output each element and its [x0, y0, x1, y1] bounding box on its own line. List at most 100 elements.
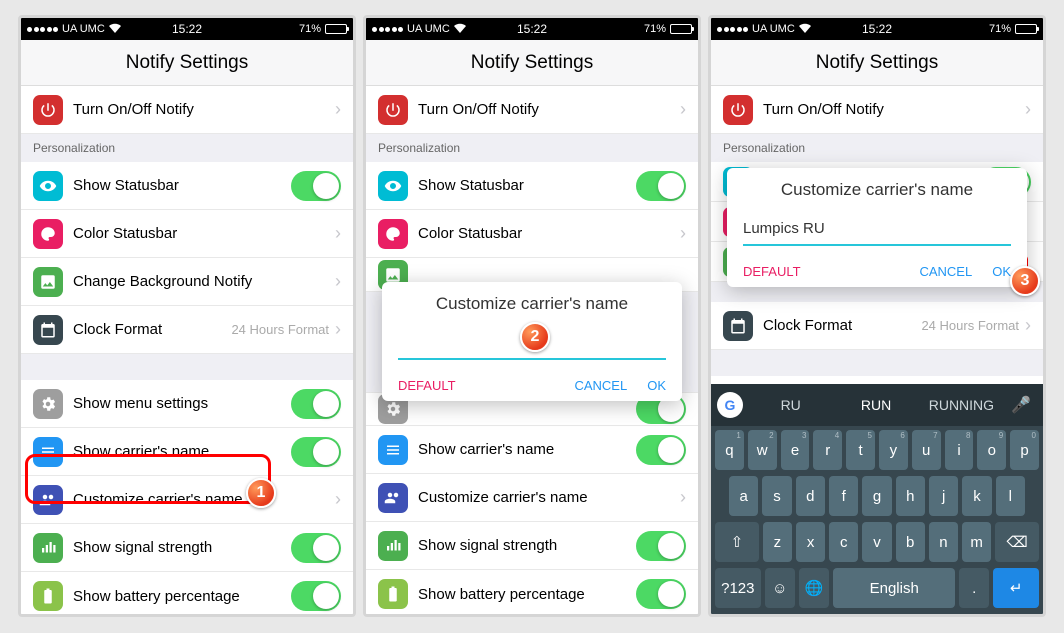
row-clock-format[interactable]: Clock Format 24 Hours Format › — [21, 306, 353, 354]
chevron-right-icon: › — [335, 489, 341, 510]
row-label: Show Statusbar — [73, 177, 291, 194]
titlebar: Notify Settings — [366, 40, 698, 86]
key-backspace[interactable]: ⌫ — [995, 522, 1039, 562]
titlebar: Notify Settings — [711, 40, 1043, 86]
toggle-on[interactable] — [291, 437, 341, 467]
key-b[interactable]: b — [896, 522, 925, 562]
key-x[interactable]: x — [796, 522, 825, 562]
default-button[interactable]: DEFAULT — [398, 378, 456, 393]
row-label: Show carrier's name — [73, 443, 291, 460]
key-l[interactable]: l — [996, 476, 1025, 516]
row-show-statusbar[interactable]: Show Statusbar — [21, 162, 353, 210]
ok-button[interactable]: OK — [992, 264, 1011, 279]
row-show-battery[interactable]: Show battery percentage — [21, 572, 353, 614]
row-show-carrier[interactable]: Show carrier's name — [21, 428, 353, 476]
row-label: Show menu settings — [73, 395, 291, 412]
section-personalization: Personalization — [366, 134, 698, 162]
row-show-signal[interactable]: Show signal strength — [21, 524, 353, 572]
toggle-on[interactable] — [291, 171, 341, 201]
row-show-signal[interactable]: Show signal strength — [366, 522, 698, 570]
toggle-on[interactable] — [636, 531, 686, 561]
key-n[interactable]: n — [929, 522, 958, 562]
suggestion-1[interactable]: RU — [749, 393, 832, 417]
key-a[interactable]: a — [729, 476, 758, 516]
palette-icon — [378, 219, 408, 249]
google-logo-icon[interactable]: G — [717, 392, 743, 418]
chevron-right-icon: › — [680, 487, 686, 508]
eye-icon — [33, 171, 63, 201]
key-d[interactable]: d — [796, 476, 825, 516]
toggle-on[interactable] — [291, 581, 341, 611]
gear-icon — [33, 389, 63, 419]
row-turn-on-off[interactable]: Turn On/Off Notify › — [21, 86, 353, 134]
key-p[interactable]: p0 — [1010, 430, 1039, 470]
mic-icon[interactable]: 🎤 — [1005, 395, 1037, 415]
cancel-button[interactable]: CANCEL — [574, 378, 627, 393]
key-emoji[interactable]: ☺ — [765, 568, 795, 608]
row-customize-carrier[interactable]: Customize carrier's name › — [366, 474, 698, 522]
row-show-carrier[interactable]: Show carrier's name — [366, 426, 698, 474]
key-e[interactable]: e3 — [781, 430, 810, 470]
phone-screenshot-3: UA UMC 15:22 71% Notify Settings Turn On… — [708, 15, 1046, 617]
key-w[interactable]: w2 — [748, 430, 777, 470]
toggle-on[interactable] — [636, 171, 686, 201]
key-q[interactable]: q1 — [715, 430, 744, 470]
key-g[interactable]: g — [862, 476, 891, 516]
suggestion-3[interactable]: RUNNING — [920, 393, 1003, 417]
row-show-statusbar[interactable]: Show Statusbar — [366, 162, 698, 210]
key-y[interactable]: y6 — [879, 430, 908, 470]
row-turn-on-off[interactable]: Turn On/Off Notify › — [711, 86, 1043, 134]
battery-icon — [670, 24, 692, 34]
toggle-on[interactable] — [636, 579, 686, 609]
key-s[interactable]: s — [762, 476, 791, 516]
row-show-battery[interactable]: Show battery percentage — [366, 570, 698, 614]
key-t[interactable]: t5 — [846, 430, 875, 470]
row-show-menu[interactable]: Show menu settings — [21, 380, 353, 428]
key-m[interactable]: m — [962, 522, 991, 562]
key-o[interactable]: o9 — [977, 430, 1006, 470]
row-label: Show Statusbar — [418, 177, 636, 194]
key-j[interactable]: j — [929, 476, 958, 516]
key-shift[interactable]: ⇧ — [715, 522, 759, 562]
row-change-bg[interactable]: Change Background Notify › — [21, 258, 353, 306]
customize-carrier-dialog: Customize carrier's name DEFAULT CANCEL … — [727, 168, 1027, 287]
key-i[interactable]: i8 — [945, 430, 974, 470]
key-k[interactable]: k — [962, 476, 991, 516]
row-label: Customize carrier's name — [73, 491, 335, 508]
row-detail: 24 Hours Format — [231, 322, 329, 337]
key-h[interactable]: h — [896, 476, 925, 516]
calendar-icon — [723, 311, 753, 341]
key-symbols[interactable]: ?123 — [715, 568, 761, 608]
row-detail: 24 Hours Format — [921, 318, 1019, 333]
row-label: Show carrier's name — [418, 441, 636, 458]
row-color-statusbar[interactable]: Color Statusbar › — [21, 210, 353, 258]
carrier-name-input[interactable] — [743, 212, 1011, 246]
key-u[interactable]: u7 — [912, 430, 941, 470]
ok-button[interactable]: OK — [647, 378, 666, 393]
key-period[interactable]: . — [959, 568, 989, 608]
row-turn-on-off[interactable]: Turn On/Off Notify › — [366, 86, 698, 134]
page-title: Notify Settings — [471, 52, 594, 74]
key-enter[interactable]: ↵ — [993, 568, 1039, 608]
chevron-right-icon: › — [335, 271, 341, 292]
key-space[interactable]: English — [833, 568, 955, 608]
person-icon — [33, 485, 63, 515]
carrier-icon — [378, 435, 408, 465]
key-c[interactable]: c — [829, 522, 858, 562]
key-f[interactable]: f — [829, 476, 858, 516]
key-language[interactable]: 🌐 — [799, 568, 829, 608]
row-clock-format[interactable]: Clock Format 24 Hours Format › — [711, 302, 1043, 350]
key-z[interactable]: z — [763, 522, 792, 562]
cancel-button[interactable]: CANCEL — [919, 264, 972, 279]
key-v[interactable]: v — [862, 522, 891, 562]
suggestion-2[interactable]: RUN — [834, 393, 917, 417]
toggle-on[interactable] — [291, 533, 341, 563]
row-color-statusbar[interactable]: Color Statusbar › — [366, 210, 698, 258]
chevron-right-icon: › — [335, 319, 341, 340]
row-customize-carrier[interactable]: Customize carrier's name › — [21, 476, 353, 524]
onscreen-keyboard[interactable]: G RU RUN RUNNING 🎤 q1w2e3r4t5y6u7i8o9p0 … — [711, 384, 1043, 614]
toggle-on[interactable] — [636, 435, 686, 465]
default-button[interactable]: DEFAULT — [743, 264, 801, 279]
key-r[interactable]: r4 — [813, 430, 842, 470]
toggle-on[interactable] — [291, 389, 341, 419]
